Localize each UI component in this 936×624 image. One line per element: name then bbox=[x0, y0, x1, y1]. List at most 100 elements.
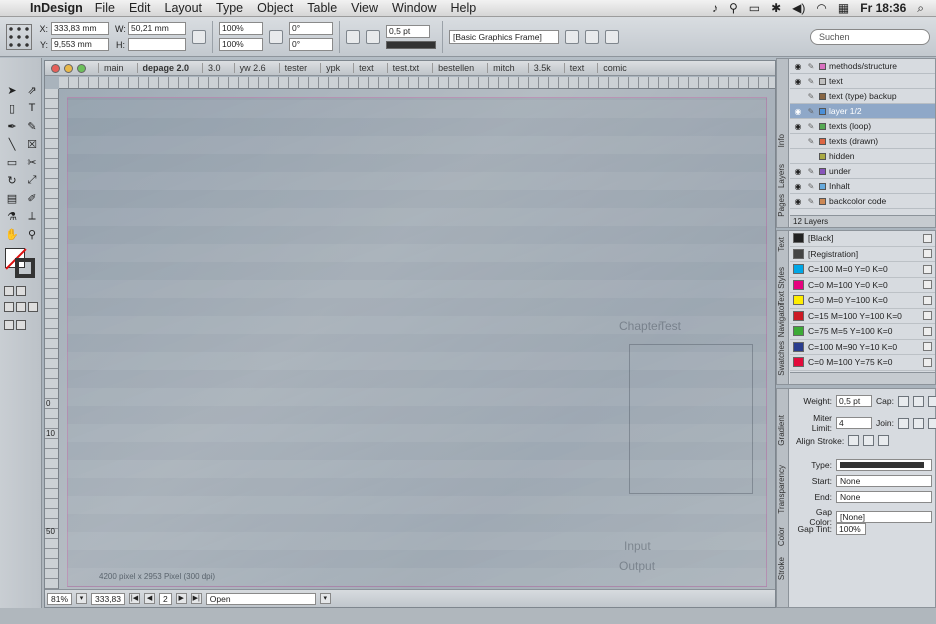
direct-selection-tool-icon[interactable]: ⇗ bbox=[23, 82, 41, 98]
end-dropdown[interactable]: None bbox=[836, 491, 932, 503]
page-number-field[interactable]: 2 bbox=[159, 592, 172, 605]
rotate-tool-icon[interactable]: ↻ bbox=[3, 172, 21, 188]
doc-tab[interactable]: bestellen bbox=[432, 63, 479, 73]
swatch-row[interactable]: C=0 M=100 Y=0 K=0 bbox=[790, 278, 935, 293]
butt-cap-icon[interactable] bbox=[897, 395, 909, 407]
shear-input[interactable]: 0° bbox=[289, 38, 333, 51]
vertical-ruler[interactable]: 0 10 50 bbox=[45, 89, 59, 589]
menu-window[interactable]: Window bbox=[392, 1, 436, 15]
center-content-icon[interactable] bbox=[605, 29, 619, 44]
swatch-row[interactable]: [Black] bbox=[790, 231, 935, 247]
next-page-icon[interactable]: ▶ bbox=[175, 593, 187, 604]
volume-icon[interactable]: ◀) bbox=[792, 1, 805, 15]
tab-gradient[interactable]: Gradient bbox=[777, 415, 789, 446]
tab-info[interactable]: Info bbox=[777, 134, 789, 147]
fit-content-icon[interactable] bbox=[565, 29, 579, 44]
doc-tab[interactable]: 3.5k bbox=[527, 63, 556, 73]
menu-layout[interactable]: Layout bbox=[165, 1, 203, 15]
tab-navigator[interactable]: Navigator bbox=[777, 303, 789, 337]
menu-table[interactable]: Table bbox=[307, 1, 337, 15]
app-menu[interactable]: InDesign bbox=[30, 1, 83, 15]
reference-point-icon[interactable] bbox=[6, 23, 32, 50]
round-join-icon[interactable] bbox=[912, 417, 924, 429]
tab-pages[interactable]: Pages bbox=[777, 194, 789, 217]
line-tool-icon[interactable]: ╲ bbox=[3, 136, 21, 152]
lock-toggle-icon[interactable]: ✎ bbox=[806, 197, 816, 206]
swatch-row[interactable]: C=100 M=0 Y=0 K=0 bbox=[790, 262, 935, 278]
fit-frame-icon[interactable] bbox=[585, 29, 599, 44]
tab-color[interactable]: Color bbox=[777, 527, 789, 546]
spotlight-icon[interactable]: ⌕ bbox=[917, 1, 924, 16]
scale-x-input[interactable]: 100% bbox=[219, 22, 263, 35]
lock-toggle-icon[interactable]: ✎ bbox=[806, 167, 816, 176]
apply-none-icon[interactable] bbox=[28, 302, 38, 312]
layer-row-selected[interactable]: ◉ ✎ layer 1/2 bbox=[790, 104, 935, 119]
lock-toggle-icon[interactable]: ✎ bbox=[806, 92, 816, 101]
note-tool-icon[interactable]: ✐ bbox=[23, 190, 41, 206]
tab-text-styles[interactable]: Text Styles bbox=[777, 267, 789, 306]
swatch-row[interactable]: C=75 M=5 Y=100 K=0 bbox=[790, 324, 935, 340]
lock-toggle-icon[interactable]: ✎ bbox=[806, 122, 816, 131]
doc-tab-active[interactable]: depage 2.0 bbox=[136, 63, 195, 73]
lock-toggle-icon[interactable]: ✎ bbox=[806, 107, 816, 116]
constrain-proportions-icon[interactable] bbox=[192, 29, 206, 44]
horizontal-ruler[interactable] bbox=[59, 77, 775, 89]
document-status-field[interactable]: Open bbox=[205, 592, 316, 605]
doc-tab[interactable]: text bbox=[353, 63, 379, 73]
visibility-eye-icon[interactable]: ◉ bbox=[793, 62, 803, 71]
coordinate-field[interactable]: 333,83 bbox=[91, 592, 126, 605]
visibility-eye-icon[interactable]: ◉ bbox=[793, 122, 803, 131]
preview-mode-icon[interactable] bbox=[16, 320, 26, 330]
page-tool-icon[interactable]: ▯ bbox=[3, 100, 21, 116]
swatch-row[interactable]: C=15 M=100 Y=100 K=0 bbox=[790, 309, 935, 324]
format-text-icon[interactable] bbox=[16, 286, 26, 296]
apply-color-icon[interactable] bbox=[4, 302, 14, 312]
prev-page-icon[interactable]: ◀ bbox=[144, 593, 156, 604]
visibility-eye-icon[interactable]: ◉ bbox=[793, 197, 803, 206]
graphics-frame[interactable] bbox=[629, 344, 753, 494]
tab-layers[interactable]: Layers bbox=[777, 164, 789, 188]
doc-tab[interactable]: main bbox=[98, 63, 129, 73]
align-inside-icon[interactable] bbox=[863, 435, 875, 446]
gradient-tool-icon[interactable]: ▤ bbox=[3, 190, 21, 206]
swatch-row[interactable]: C=100 M=90 Y=10 K=0 bbox=[790, 340, 935, 355]
format-container-icon[interactable] bbox=[4, 286, 14, 296]
gap-tint-input[interactable]: 100% bbox=[836, 523, 866, 535]
lock-toggle-icon[interactable]: ✎ bbox=[806, 137, 816, 146]
lock-toggle-icon[interactable]: ✎ bbox=[806, 182, 816, 191]
align-outside-icon[interactable] bbox=[878, 435, 890, 446]
apply-gradient-icon[interactable] bbox=[16, 302, 26, 312]
tab-swatches[interactable]: Swatches bbox=[777, 341, 789, 376]
doc-tab[interactable]: tester bbox=[278, 63, 313, 73]
zoom-dropdown-icon[interactable]: ▾ bbox=[76, 593, 88, 604]
doc-tab[interactable]: yw 2.6 bbox=[233, 63, 271, 73]
layer-row[interactable]: ◉ ✎ under bbox=[790, 164, 935, 179]
search-input[interactable]: Suchen bbox=[810, 28, 930, 45]
doc-tab[interactable]: ypk bbox=[320, 63, 345, 73]
status-dropdown-icon[interactable]: ▾ bbox=[319, 593, 331, 604]
doc-tab[interactable]: comic bbox=[597, 63, 632, 73]
menu-help[interactable]: Help bbox=[451, 1, 477, 15]
rectangle-tool-icon[interactable]: ▭ bbox=[3, 154, 21, 170]
battery-icon[interactable]: ▭ bbox=[749, 1, 760, 15]
keyboard-flag-icon[interactable]: ▦ bbox=[838, 1, 849, 15]
zoom-tool-icon[interactable]: ⚲ bbox=[23, 226, 41, 242]
layer-row[interactable]: ◉ ✎ methods/structure bbox=[790, 59, 935, 74]
tab-stroke[interactable]: Stroke bbox=[777, 557, 789, 580]
page-spread[interactable] bbox=[67, 97, 767, 587]
lock-toggle-icon[interactable]: ✎ bbox=[806, 77, 816, 86]
layer-row[interactable]: ◉ ✎ texts (loop) bbox=[790, 119, 935, 134]
stroke-type-dropdown[interactable] bbox=[836, 459, 932, 471]
zoom-level-field[interactable]: 81% bbox=[47, 592, 73, 605]
scale-tool-icon[interactable]: ⤢ bbox=[23, 172, 41, 188]
pen-tool-icon[interactable]: ✒ bbox=[3, 118, 21, 134]
layer-row[interactable]: ◉ ✎ text bbox=[790, 74, 935, 89]
round-cap-icon[interactable] bbox=[912, 395, 924, 407]
doc-tab[interactable]: test.txt bbox=[386, 63, 425, 73]
visibility-eye-icon[interactable]: ◉ bbox=[793, 77, 803, 86]
close-window-icon[interactable] bbox=[51, 63, 60, 73]
weight-input[interactable]: 0,5 pt bbox=[836, 395, 872, 407]
normal-view-icon[interactable] bbox=[4, 320, 14, 330]
tab-transparency[interactable]: Transparency bbox=[777, 465, 789, 514]
minimize-window-icon[interactable] bbox=[64, 63, 73, 73]
